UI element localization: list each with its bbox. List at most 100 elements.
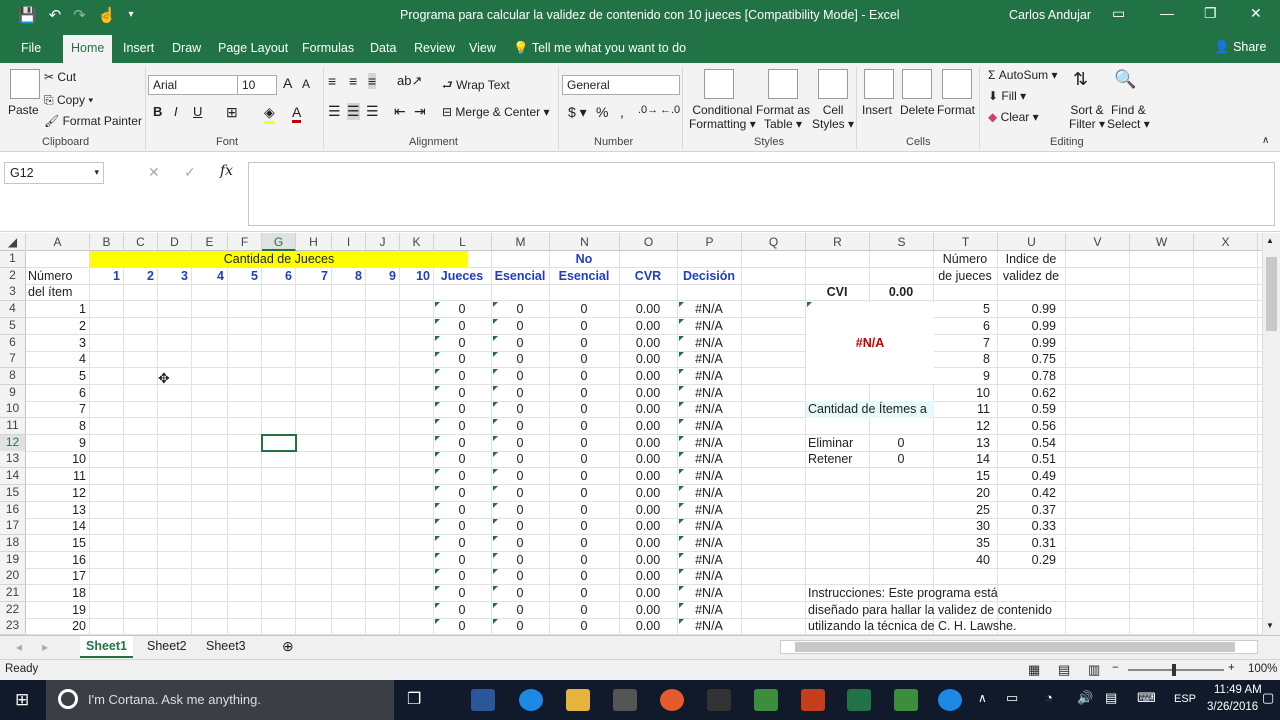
ref-value[interactable]: 0.78 bbox=[1000, 368, 1062, 385]
column-header[interactable]: N bbox=[550, 233, 620, 251]
esencial-value[interactable]: 0 bbox=[494, 335, 546, 352]
ref-judges[interactable]: 11 bbox=[936, 401, 994, 418]
align-center-icon[interactable]: ☰ bbox=[347, 103, 360, 120]
judge-number[interactable]: 8 bbox=[334, 268, 362, 285]
row-header[interactable]: 21 bbox=[0, 585, 26, 602]
column-header[interactable]: P bbox=[678, 233, 742, 251]
esencial-value[interactable]: 0 bbox=[494, 468, 546, 485]
decision-value[interactable]: #N/A bbox=[680, 585, 738, 602]
align-left-icon[interactable]: ☰ bbox=[328, 103, 341, 120]
decision-value[interactable]: #N/A bbox=[680, 451, 738, 468]
jueces-value[interactable]: 0 bbox=[436, 385, 488, 402]
sheet-tab-sheet1[interactable]: Sheet1 bbox=[80, 636, 133, 658]
select-all-corner[interactable]: ◢ bbox=[0, 233, 26, 251]
user-name[interactable]: Carlos Andujar bbox=[1009, 8, 1091, 22]
u-header[interactable]: Indice de bbox=[1000, 251, 1062, 268]
decrease-indent-icon[interactable]: ⇤ bbox=[394, 103, 406, 120]
fill-color-icon[interactable]: ◈ bbox=[264, 104, 275, 124]
tab-data[interactable]: Data bbox=[370, 41, 396, 55]
jueces-value[interactable]: 0 bbox=[436, 351, 488, 368]
item-number[interactable]: 17 bbox=[28, 568, 86, 585]
no-esencial-value[interactable]: 0 bbox=[552, 385, 616, 402]
ref-value[interactable]: 0.33 bbox=[1000, 518, 1062, 535]
item-number[interactable]: 10 bbox=[28, 451, 86, 468]
ref-value[interactable]: 0.31 bbox=[1000, 535, 1062, 552]
row-header[interactable]: 16 bbox=[0, 501, 26, 519]
wifi-icon[interactable]: ◔ bbox=[1045, 690, 1053, 705]
column-header[interactable]: V bbox=[1066, 233, 1130, 251]
row-header[interactable]: 4 bbox=[0, 301, 26, 319]
no-esencial-value[interactable]: 0 bbox=[552, 401, 616, 418]
row-header[interactable]: 14 bbox=[0, 468, 26, 486]
decision-value[interactable]: #N/A bbox=[680, 485, 738, 502]
clock-time[interactable]: 11:49 AM bbox=[1214, 684, 1262, 696]
row-header[interactable]: 10 bbox=[0, 401, 26, 419]
no-esencial-value[interactable]: 0 bbox=[552, 485, 616, 502]
no-esencial-value[interactable]: 0 bbox=[552, 418, 616, 435]
judge-number[interactable]: 6 bbox=[264, 268, 292, 285]
esencial-value[interactable]: 0 bbox=[494, 485, 546, 502]
cantidad-items[interactable]: Cantidad de Ítemes a bbox=[808, 401, 936, 418]
numero-item-header[interactable]: Número bbox=[28, 268, 86, 285]
esencial-value[interactable]: 0 bbox=[494, 618, 546, 635]
align-middle-icon[interactable]: ≡ bbox=[349, 73, 357, 89]
item-number[interactable]: 1 bbox=[28, 301, 86, 318]
jueces-value[interactable]: 0 bbox=[436, 401, 488, 418]
cvr-value[interactable]: 0.00 bbox=[622, 552, 674, 569]
wrap-text-button[interactable]: ⮐ Wrap Text bbox=[442, 76, 510, 97]
item-number[interactable]: 18 bbox=[28, 585, 86, 602]
ref-judges[interactable]: 12 bbox=[936, 418, 994, 435]
cvi-label[interactable]: CVI bbox=[808, 284, 866, 301]
esencial-value[interactable]: 0 bbox=[494, 401, 546, 418]
scroll-thumb[interactable] bbox=[1266, 257, 1277, 331]
row-header[interactable]: 1 bbox=[0, 251, 26, 268]
instructions-line-3[interactable]: utilizando la técnica de C. H. Lawshe. bbox=[808, 618, 1068, 635]
active-cell[interactable] bbox=[261, 433, 297, 452]
decision-value[interactable]: #N/A bbox=[680, 335, 738, 352]
jueces-value[interactable]: 0 bbox=[436, 552, 488, 569]
column-header[interactable]: X bbox=[1194, 233, 1258, 251]
currency-icon[interactable]: $ ▾ bbox=[568, 104, 587, 121]
zoom-in-icon[interactable]: + bbox=[1228, 662, 1235, 674]
grow-font-icon[interactable]: A bbox=[283, 75, 292, 91]
eliminar-value[interactable]: 0 bbox=[872, 435, 930, 452]
delete-cells-icon[interactable] bbox=[902, 69, 932, 99]
h-scroll-thumb[interactable] bbox=[795, 642, 1235, 652]
cvr-value[interactable]: 0.00 bbox=[622, 518, 674, 535]
tray-chevron-icon[interactable]: ∧ bbox=[978, 691, 987, 705]
decision-value[interactable]: #N/A bbox=[680, 435, 738, 452]
decision-value[interactable]: #N/A bbox=[680, 385, 738, 402]
format-painter-button[interactable]: 🖌 Format Painter bbox=[44, 114, 142, 128]
cvr-value[interactable]: 0.00 bbox=[622, 335, 674, 352]
format-cells-icon[interactable] bbox=[942, 69, 972, 99]
esencial-value[interactable]: 0 bbox=[494, 368, 546, 385]
instructions-line-1[interactable]: Instrucciones: Este programa está bbox=[808, 585, 1068, 602]
bold-icon[interactable]: B bbox=[153, 104, 162, 119]
tell-me-box[interactable]: 💡 Tell me what you want to do bbox=[513, 41, 686, 56]
ref-value[interactable]: 0.37 bbox=[1000, 502, 1062, 519]
column-header[interactable]: W bbox=[1130, 233, 1194, 251]
esencial-value[interactable]: 0 bbox=[494, 585, 546, 602]
format-as-table-button[interactable]: Format as Table ▾ bbox=[756, 103, 810, 131]
name-box[interactable]: G12 ▾ bbox=[4, 162, 104, 184]
no-esencial-value[interactable]: 0 bbox=[552, 335, 616, 352]
jueces-value[interactable]: 0 bbox=[436, 335, 488, 352]
no-esencial-value[interactable]: 0 bbox=[552, 552, 616, 569]
orientation-icon[interactable]: ab↗ bbox=[397, 73, 422, 89]
column-header[interactable]: O bbox=[620, 233, 678, 251]
row-header[interactable]: 19 bbox=[0, 551, 26, 569]
tab-view[interactable]: View bbox=[469, 41, 496, 55]
sheet-tab-sheet3[interactable]: Sheet3 bbox=[200, 636, 252, 658]
excel-icon[interactable] bbox=[847, 689, 871, 711]
customize-qat-icon[interactable]: ▾ bbox=[129, 6, 134, 24]
ref-value[interactable]: 0.29 bbox=[1000, 552, 1062, 569]
no-esencial-value[interactable]: 0 bbox=[552, 351, 616, 368]
decrease-decimal-icon[interactable]: ←.0 bbox=[660, 104, 680, 116]
col-no-esencial-header[interactable]: No bbox=[552, 251, 616, 268]
firefox-icon[interactable] bbox=[660, 689, 684, 711]
borders-icon[interactable]: ⊞ bbox=[226, 104, 238, 121]
horizontal-scrollbar[interactable] bbox=[780, 640, 1258, 654]
notification-icon[interactable]: ▤ bbox=[1105, 690, 1117, 706]
ref-value[interactable]: 0.42 bbox=[1000, 485, 1062, 502]
cell-styles-button[interactable]: Cell Styles ▾ bbox=[812, 103, 854, 131]
